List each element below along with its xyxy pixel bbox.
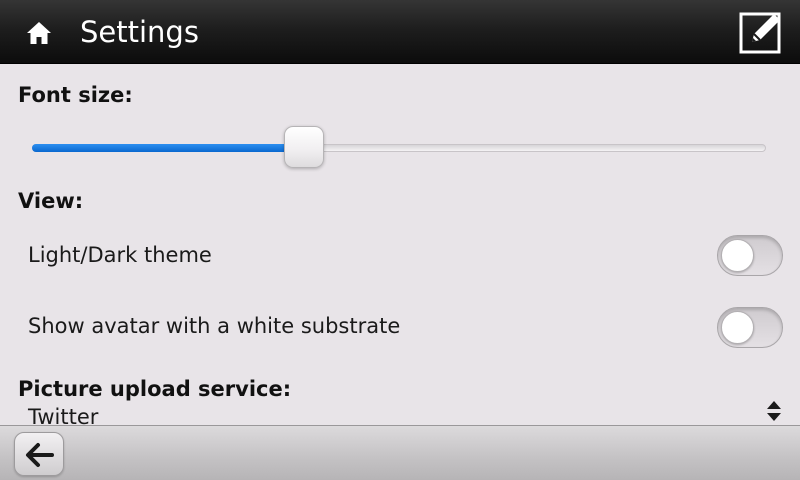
edit-icon xyxy=(739,12,781,54)
view-label: View: xyxy=(18,189,84,213)
back-button[interactable] xyxy=(14,432,64,476)
title-bar: Settings xyxy=(0,0,800,64)
white-substrate-label: Show avatar with a white substrate xyxy=(28,314,401,338)
bottom-bar xyxy=(0,425,800,480)
font-size-slider-fill xyxy=(32,144,304,152)
font-size-label: Font size: xyxy=(18,83,133,107)
picture-upload-select[interactable]: Twitter xyxy=(28,404,98,425)
home-button[interactable] xyxy=(20,16,60,50)
light-dark-theme-toggle[interactable] xyxy=(717,235,783,276)
font-size-slider-thumb[interactable] xyxy=(283,126,324,168)
home-icon xyxy=(27,22,51,44)
back-arrow-icon xyxy=(26,443,54,467)
select-arrows-icon[interactable] xyxy=(764,399,784,423)
light-dark-theme-label: Light/Dark theme xyxy=(28,243,212,267)
settings-content[interactable]: Font size: View: Light/Dark theme Show a… xyxy=(0,64,800,425)
toggle-knob xyxy=(721,239,754,272)
picture-upload-label: Picture upload service: xyxy=(18,377,292,401)
compose-button[interactable] xyxy=(738,10,784,54)
white-substrate-toggle[interactable] xyxy=(717,307,783,348)
page-title: Settings xyxy=(80,15,199,49)
toggle-knob xyxy=(721,311,754,344)
